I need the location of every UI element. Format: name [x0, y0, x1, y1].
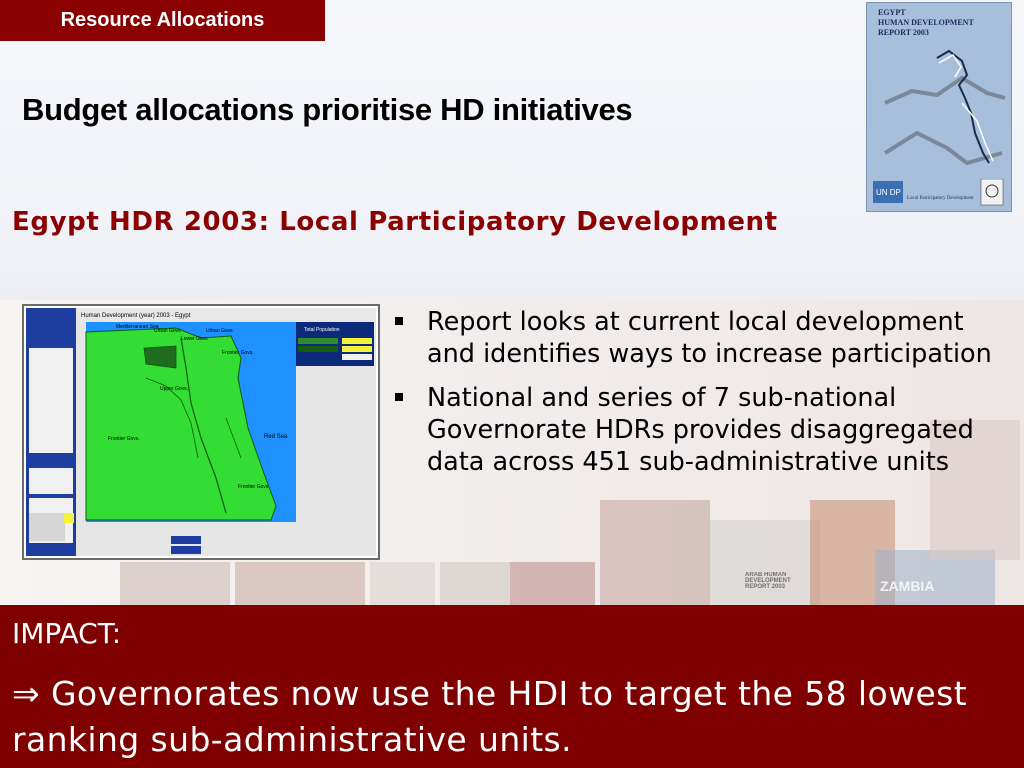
implies-arrow-icon: ⇒ [12, 674, 41, 713]
map-label-frontier-west: Frontier Govs. [108, 436, 140, 442]
bullet-item: National and series of 7 sub-national Go… [392, 382, 1012, 478]
map-header-text: Human Development (year) 2003 - Egypt [81, 313, 191, 319]
svg-text:UN DP: UN DP [876, 188, 901, 197]
map-label-urban: Urban Govs [154, 328, 181, 334]
egypt-hdi-map-image: Human Development (year) 2003 - Egypt Me… [22, 304, 380, 560]
map-label-frontier-se: Frontier Govs. [238, 484, 270, 490]
square-bullet-icon [395, 317, 403, 325]
map-label-mediterranean: Mediterranean Sea [116, 324, 159, 330]
square-bullet-icon [395, 393, 403, 401]
bullet-list: Report looks at current local developmen… [392, 306, 1012, 490]
bullet-text: National and series of 7 sub-national Go… [427, 383, 974, 477]
map-label-red-sea: Red Sea [264, 434, 288, 440]
slide-subtitle: Egypt HDR 2003: Local Participatory Deve… [12, 207, 778, 237]
section-tab: Resource Allocations [0, 0, 325, 41]
map-legend-title: Total Population [304, 327, 340, 333]
map-svg: Human Development (year) 2003 - Egypt Me… [26, 308, 376, 556]
map-label-upper: Upper Govs. [160, 386, 188, 392]
map-label-lower: Lower Govs [181, 336, 208, 342]
cover-caption: Local Participatory Development [907, 196, 974, 201]
report-cover-image: EGYPT HUMAN DEVELOPMENT REPORT 2003 UN D… [866, 2, 1012, 212]
collage-label-zambia: ZAMBIA [880, 578, 935, 594]
bullet-item: Report looks at current local developmen… [392, 306, 1012, 370]
map-label-frontier-ne: Frontier Govs. [222, 350, 254, 356]
impact-box: IMPACT: ⇒ Governorates now use the HDI t… [0, 605, 1024, 768]
impact-statement: ⇒ Governorates now use the HDI to target… [12, 671, 1017, 763]
slide-title: Budget allocations prioritise HD initiat… [22, 92, 633, 127]
bullet-text: Report looks at current local developmen… [427, 307, 992, 369]
map-canvas: Human Development (year) 2003 - Egypt Me… [26, 308, 376, 556]
impact-text: Governorates now use the HDI to target t… [12, 674, 968, 759]
map-label-urban-east: Urban Govs [206, 328, 233, 334]
impact-label: IMPACT: [12, 617, 122, 650]
collage-label-arab-hdr: ARAB HUMAN DEVELOPMENT REPORT 2003 [745, 572, 791, 590]
cover-footer: UN DP [873, 178, 1007, 207]
